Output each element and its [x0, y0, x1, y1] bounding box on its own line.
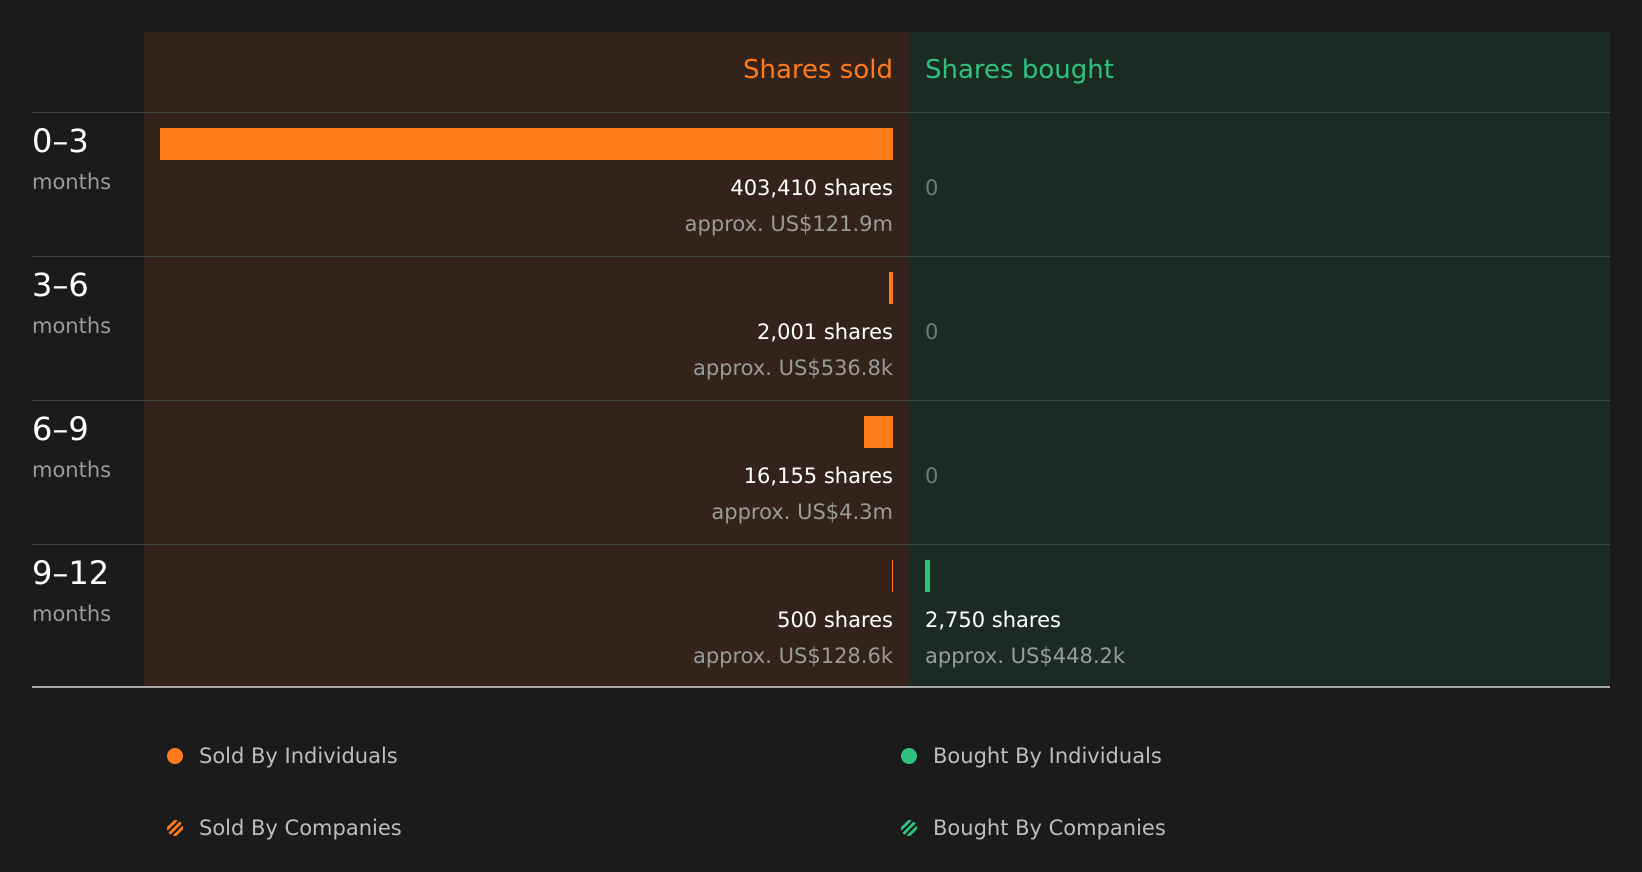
sold-bar	[892, 560, 893, 592]
legend-label: Sold By Companies	[199, 816, 402, 840]
sold-bar	[889, 272, 893, 304]
shares-sold-header: Shares sold	[742, 55, 893, 85]
sold-shares-label: 16,155 shares	[743, 464, 893, 488]
period-label: 3–6	[32, 266, 89, 304]
bought-bar	[925, 560, 930, 592]
period-label: 0–3	[32, 122, 89, 160]
period-unit: months	[32, 602, 112, 626]
sold-shares-label: 403,410 shares	[730, 176, 893, 200]
bought-value-label: approx. US$448.2k	[925, 644, 1126, 668]
period-row: 3–6 months 2,001 shares approx. US$536.8…	[0, 257, 1642, 401]
period-row: 9–12 months 500 shares approx. US$128.6k…	[0, 545, 1642, 689]
sold-value-label: approx. US$121.9m	[684, 212, 893, 236]
solid-dot-icon	[167, 748, 183, 764]
bought-zero-label: 0	[925, 464, 939, 488]
period-label: 6–9	[32, 410, 89, 448]
sold-bar	[864, 416, 893, 448]
hatched-dot-icon	[167, 820, 183, 836]
period-unit: months	[32, 314, 112, 338]
period-label: 9–12	[32, 554, 110, 592]
sold-bar	[160, 128, 893, 160]
legend-sold-by-companies[interactable]: Sold By Companies	[167, 813, 402, 843]
solid-dot-icon	[901, 748, 917, 764]
period-row: 0–3 months 403,410 shares approx. US$121…	[0, 113, 1642, 257]
period-unit: months	[32, 458, 112, 482]
sold-shares-label: 2,001 shares	[757, 320, 893, 344]
bought-shares-label: 2,750 shares	[925, 608, 1061, 632]
legend-label: Bought By Companies	[933, 816, 1166, 840]
hatched-dot-icon	[901, 820, 917, 836]
legend-bought-by-companies[interactable]: Bought By Companies	[901, 813, 1166, 843]
sold-value-label: approx. US$128.6k	[692, 644, 893, 668]
sold-value-label: approx. US$4.3m	[711, 500, 893, 524]
sold-value-label: approx. US$536.8k	[692, 356, 893, 380]
bought-zero-label: 0	[925, 176, 939, 200]
shares-bought-header: Shares bought	[925, 55, 1114, 85]
legend-sold-by-individuals[interactable]: Sold By Individuals	[167, 741, 398, 771]
period-unit: months	[32, 170, 112, 194]
legend-bought-by-individuals[interactable]: Bought By Individuals	[901, 741, 1162, 771]
period-row: 6–9 months 16,155 shares approx. US$4.3m…	[0, 401, 1642, 545]
bought-zero-label: 0	[925, 320, 939, 344]
legend-label: Bought By Individuals	[933, 744, 1162, 768]
sold-shares-label: 500 shares	[777, 608, 893, 632]
legend-label: Sold By Individuals	[199, 744, 398, 768]
